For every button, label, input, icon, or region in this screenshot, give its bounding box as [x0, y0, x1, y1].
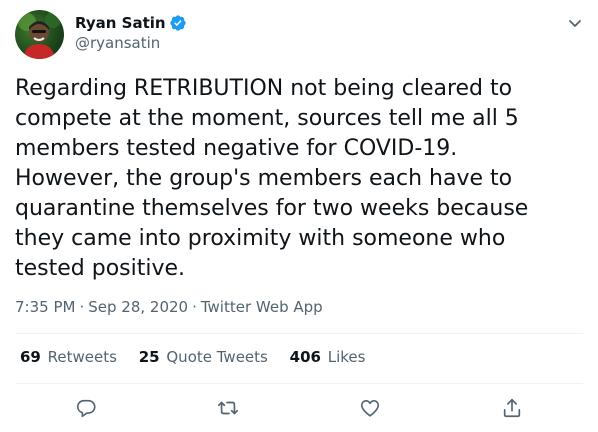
author-block: Ryan Satin @ryansatin: [75, 12, 187, 52]
retweets-label: Retweets: [47, 348, 117, 366]
quote-tweets-count: 25: [138, 348, 160, 366]
tweet-card: Ryan Satin @ryansatin Regarding RETRIBUT…: [0, 0, 598, 432]
like-button[interactable]: [359, 397, 381, 419]
divider: [15, 383, 583, 384]
avatar[interactable]: [15, 10, 64, 59]
retweets-stat[interactable]: 69 Retweets: [20, 348, 117, 366]
tweet-meta: 7:35 PM · Sep 28, 2020 · Twitter Web App: [15, 298, 323, 316]
share-icon: [503, 398, 521, 418]
likes-stat[interactable]: 406 Likes: [290, 348, 366, 366]
verified-badge-icon: [169, 14, 187, 32]
meta-separator: ·: [192, 298, 197, 316]
reply-icon: [76, 399, 96, 418]
meta-separator: ·: [79, 298, 85, 316]
avatar-photo: [18, 12, 61, 59]
share-button[interactable]: [501, 397, 523, 419]
retweet-icon: [218, 401, 238, 415]
reply-button[interactable]: [75, 397, 97, 419]
heart-icon: [360, 400, 380, 417]
retweet-button[interactable]: [217, 397, 239, 419]
quote-tweets-stat[interactable]: 25 Quote Tweets: [139, 348, 268, 366]
likes-label: Likes: [327, 348, 366, 366]
tweet-time[interactable]: 7:35 PM: [15, 298, 75, 316]
quote-tweets-label: Quote Tweets: [166, 348, 268, 366]
divider: [15, 333, 583, 334]
engagement-stats: 69 Retweets 25 Quote Tweets 406 Likes: [20, 348, 382, 366]
likes-count: 406: [289, 348, 321, 366]
retweets-count: 69: [20, 348, 41, 366]
tweet-source[interactable]: Twitter Web App: [201, 298, 323, 316]
chevron-down-icon[interactable]: [566, 14, 584, 32]
tweet-text: Regarding RETRIBUTION not being cleared …: [15, 76, 529, 281]
display-name[interactable]: Ryan Satin: [75, 14, 166, 32]
name-row: Ryan Satin: [75, 12, 187, 34]
user-handle[interactable]: @ryansatin: [75, 34, 187, 52]
tweet-date[interactable]: Sep 28, 2020: [88, 298, 188, 316]
action-bar: [0, 397, 598, 421]
